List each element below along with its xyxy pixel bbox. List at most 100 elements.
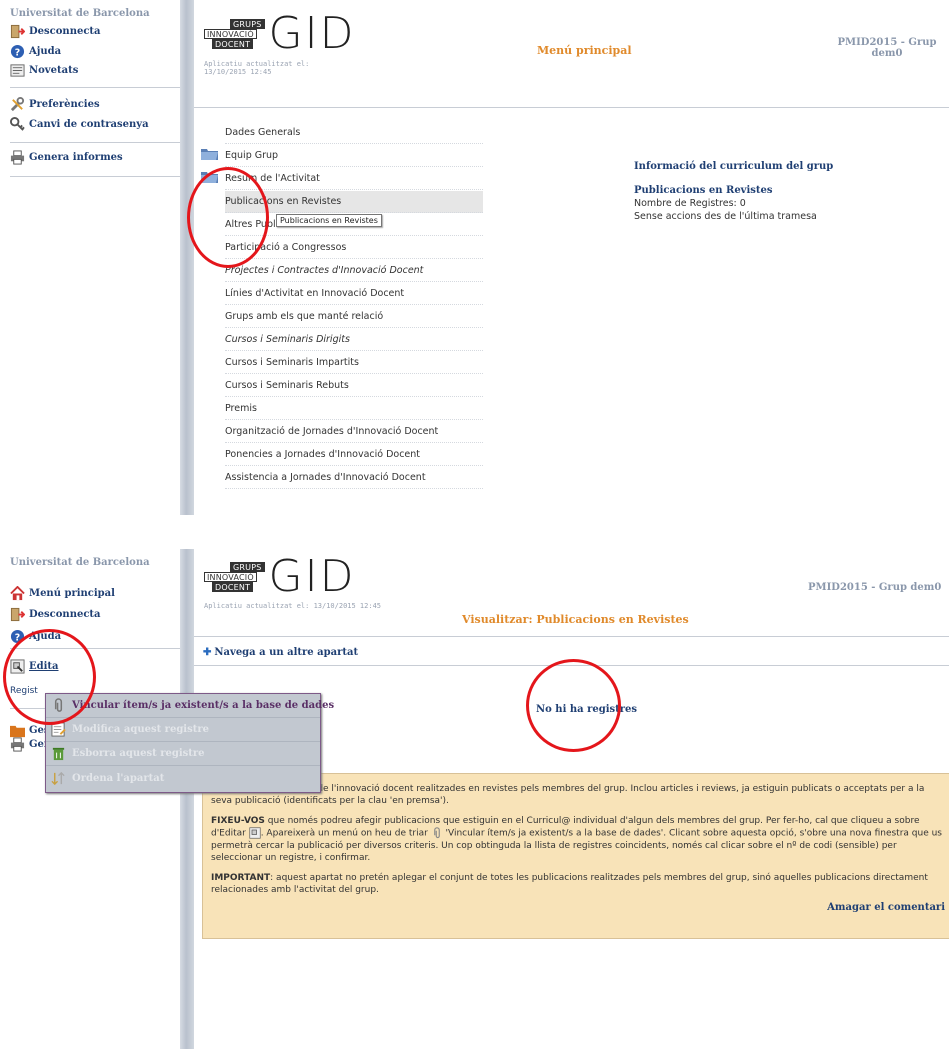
comment-text: : aquest apartat no pretén aplegar el co… xyxy=(211,872,928,895)
comment-text: . Apareixerà un menú on heu de triar xyxy=(260,828,431,839)
menu-item-linies-activitat[interactable]: Línies d'Activitat en Innovació Docent xyxy=(225,283,483,305)
sidebar: Universitat de Barcelona Menú principal … xyxy=(0,549,180,1049)
menu-item-organitzacio-jornades[interactable]: Organització de Jornades d'Innovació Doc… xyxy=(225,421,483,443)
menu-item-congressos[interactable]: Participació a Congressos xyxy=(225,237,483,259)
menu-item-ponencies-jornades[interactable]: Ponencies a Jornades d'Innovació Docent xyxy=(225,444,483,466)
sidebar-shadow xyxy=(180,0,194,515)
menu-item-cursos-impartits[interactable]: Cursos i Seminaris Impartits xyxy=(225,352,483,374)
svg-text:?: ? xyxy=(15,632,20,643)
menu-item-publicacions-revistes[interactable]: Publicacions en Revistes xyxy=(225,191,483,213)
folder-icon xyxy=(201,172,218,183)
plus-icon: ✚ xyxy=(203,647,212,658)
sidebar-shadow xyxy=(180,549,194,1049)
menu-item-assistencia-jornades[interactable]: Assistencia a Jornades d'Innovació Docen… xyxy=(225,467,483,489)
registers-link[interactable]: Regist xyxy=(10,686,38,696)
info-title: Informació del curriculum del grup xyxy=(634,161,834,172)
logo-line3: DOCENT xyxy=(212,582,254,592)
help-link[interactable]: ? Ajuda xyxy=(10,44,61,59)
help-label: Ajuda xyxy=(29,631,62,642)
help-link[interactable]: ? Ajuda xyxy=(10,629,61,644)
change-password-link[interactable]: Canvi de contrasenya xyxy=(10,117,149,132)
comment-strong: FIXEU-VOS xyxy=(211,816,265,826)
divider xyxy=(10,142,180,143)
trash-icon xyxy=(52,747,65,761)
menu-item-projectes[interactable]: Projectes i Contractes d'Innovació Docen… xyxy=(225,260,483,282)
menu-item-premis[interactable]: Premis xyxy=(225,398,483,420)
link-existing-items-label: Vincular ítem/s ja existent/s a la base … xyxy=(72,700,335,711)
navigate-section-link[interactable]: ✚ Navega a un altre apartat xyxy=(203,647,358,658)
sidebar: Universitat de Barcelona Desconnecta ? A… xyxy=(0,0,180,515)
help-icon: ? xyxy=(10,629,25,643)
reports-link[interactable]: Genera informes xyxy=(10,150,123,165)
paperclip-icon xyxy=(54,698,63,712)
tools-icon xyxy=(10,97,25,112)
menu-item-grups-relacio[interactable]: Grups amb els que manté relació xyxy=(225,306,483,328)
edit-icon xyxy=(249,827,261,839)
folder-icon xyxy=(10,725,25,738)
folder-icon xyxy=(201,149,218,160)
university-name: Universitat de Barcelona xyxy=(10,557,150,568)
reports-label: Genera informes xyxy=(29,152,123,163)
printer-icon xyxy=(10,737,25,752)
logout-link[interactable]: Desconnecta xyxy=(10,607,101,622)
logo-gid: GID xyxy=(268,8,356,59)
divider xyxy=(10,648,180,649)
header-divider xyxy=(194,636,949,637)
info-panel: Informació del curriculum del grup Publi… xyxy=(634,161,833,222)
preferences-link[interactable]: Preferències xyxy=(10,97,100,112)
hide-comment-link[interactable]: Amagar el comentari xyxy=(211,902,945,914)
news-link[interactable]: Novetats xyxy=(10,63,78,78)
news-icon xyxy=(10,64,25,77)
sort-icon xyxy=(51,771,65,785)
preferences-label: Preferències xyxy=(29,99,100,110)
edit-button[interactable]: Edita xyxy=(10,659,59,674)
logo-line1: GRUPS xyxy=(230,19,265,29)
page-title: Visualitzar: Publicacions en Revistes xyxy=(462,613,689,626)
comment-paragraph: IMPORTANT: aquest apartat no pretén aple… xyxy=(211,872,945,896)
page-title: Menú principal xyxy=(537,44,632,57)
modify-record-menu-item[interactable]: Modifica aquest registre xyxy=(46,718,320,742)
comment-box: Publicacions en l'àmbit de l'innovació d… xyxy=(202,773,949,939)
main-menu-label: Menú principal xyxy=(29,588,115,599)
logo-line1: GRUPS xyxy=(230,562,265,572)
menu-item-cursos-rebuts[interactable]: Cursos i Seminaris Rebuts xyxy=(225,375,483,397)
news-label: Novetats xyxy=(29,65,79,76)
comment-paragraph: FIXEU-VOS que només podreu afegir public… xyxy=(211,815,945,864)
logout-label: Desconnecta xyxy=(29,609,101,620)
menu-item-dades-generals[interactable]: Dades Generals xyxy=(225,122,483,144)
main-menu-link[interactable]: Menú principal xyxy=(10,586,115,601)
logo-line3: DOCENT xyxy=(212,39,254,49)
info-records: Nombre de Registres: 0 xyxy=(634,198,746,209)
gid-logo: GRUPS INNOVACIÓ DOCENT GID xyxy=(204,555,355,599)
delete-record-menu-item[interactable]: Esborra aquest registre xyxy=(46,742,320,766)
comment-strong: IMPORTANT xyxy=(211,872,271,883)
edit-label: Edita xyxy=(29,661,59,672)
navigate-section-label: Navega a un altre apartat xyxy=(214,647,359,658)
updated-date: 13/10/2015 12:45 xyxy=(204,68,272,76)
group-line2: dem0 xyxy=(871,48,903,59)
menu-item-resum-activitat[interactable]: Resum de l'Activitat xyxy=(225,168,483,190)
svg-text:?: ? xyxy=(15,47,20,58)
link-existing-items-menu-item[interactable]: Vincular ítem/s ja existent/s a la base … xyxy=(46,694,334,718)
registers-label: Regist xyxy=(10,686,38,696)
tooltip: Publicacions en Revistes xyxy=(276,214,382,227)
group-name: PMID2015 - Grup dem0 xyxy=(832,37,942,59)
logo-line2: INNOVACIÓ xyxy=(204,29,257,39)
screenshot-main-menu: Universitat de Barcelona Desconnecta ? A… xyxy=(0,0,949,515)
manage-link[interactable]: Ges xyxy=(10,723,50,738)
group-line1: PMID2015 - Grup xyxy=(837,37,937,48)
order-section-menu-item[interactable]: Ordena l'apartat xyxy=(46,766,320,790)
logout-label: Desconnecta xyxy=(29,26,101,37)
menu-item-equip-grup[interactable]: Equip Grup xyxy=(225,145,483,167)
printer-icon xyxy=(10,150,25,165)
logout-link[interactable]: Desconnecta xyxy=(10,24,101,39)
delete-record-label: Esborra aquest registre xyxy=(72,748,205,759)
logout-icon xyxy=(10,24,25,39)
change-password-label: Canvi de contrasenya xyxy=(29,119,149,130)
edit-icon xyxy=(51,722,66,737)
edit-icon xyxy=(10,659,25,674)
divider xyxy=(10,87,180,88)
logo-line2: INNOVACIÓ xyxy=(204,572,257,582)
comment-paragraph: Publicacions en l'àmbit de l'innovació d… xyxy=(211,784,925,806)
menu-item-cursos-dirigits[interactable]: Cursos i Seminaris Dirigits xyxy=(225,329,483,351)
